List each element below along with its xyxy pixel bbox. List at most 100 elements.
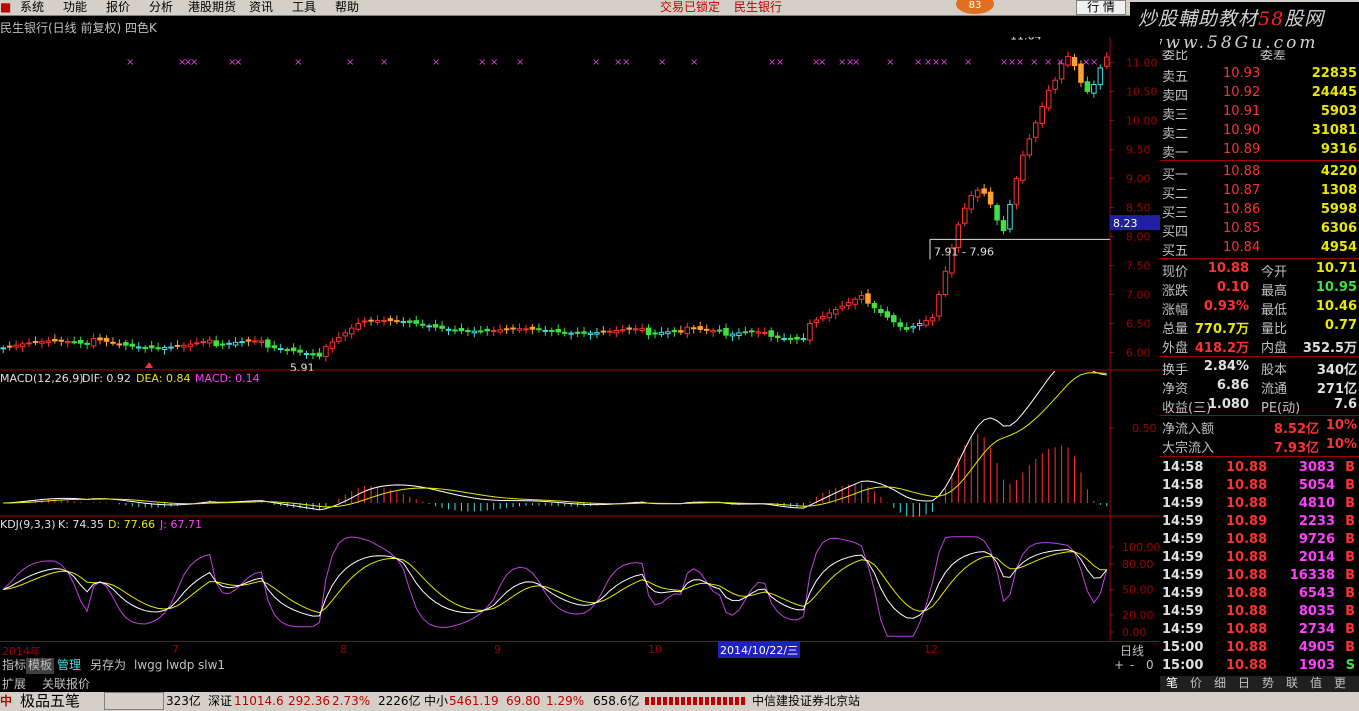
tick-time: 14:59 [1162, 586, 1204, 601]
ime-toolbar-icon[interactable] [104, 692, 164, 710]
kdj-k: K: 74.35 [58, 518, 104, 531]
buy-row[interactable]: 买二 10.87 1308 [1160, 183, 1359, 202]
zoom-in-button[interactable]: + [1112, 658, 1126, 674]
tab-indicator[interactable]: 指标 [0, 658, 28, 674]
tick-row[interactable]: 14:58 10.88 3083 B [1160, 460, 1359, 479]
tick-row[interactable]: 14:59 10.88 16338 B [1160, 568, 1359, 587]
reset-button[interactable]: 0 [1144, 658, 1156, 674]
buy-label: 买二 [1162, 187, 1189, 202]
menu-hk-futures[interactable]: 港股期货 [188, 0, 236, 15]
macd-dea: DEA: 0.84 [136, 372, 191, 385]
zoom-out-button[interactable]: - [1128, 658, 1136, 674]
right-tab[interactable]: 联 [1286, 676, 1298, 691]
sell-row[interactable]: 卖四 10.92 24445 [1160, 85, 1359, 104]
menu-function[interactable]: 功能 [63, 0, 87, 15]
tick-price: 10.88 [1226, 586, 1268, 601]
tab-extend[interactable]: 扩展 [2, 675, 26, 692]
tick-row[interactable]: 14:59 10.88 2734 B [1160, 622, 1359, 641]
right-tab[interactable]: 日 [1238, 676, 1250, 691]
candle [1020, 150, 1026, 185]
stat-row[interactable]: 总量 770.7万 量比 0.77 [1160, 318, 1359, 337]
menu-analysis[interactable]: 分析 [149, 0, 173, 15]
stat2-row[interactable]: 净资 6.86 流通 271亿 [1160, 378, 1359, 397]
separator [1160, 258, 1359, 259]
quote-panel: 委比 委差 卖五 10.93 22835 卖四 10.92 24445 卖三 10.91 590… [1160, 50, 1359, 677]
period-label[interactable]: 日线 [1120, 642, 1144, 659]
tick-row[interactable]: 14:59 10.88 4810 B [1160, 496, 1359, 515]
stat-row[interactable]: 涨幅 0.93% 最低 10.46 [1160, 299, 1359, 318]
separator [1160, 356, 1359, 357]
tick-row[interactable]: 15:00 10.88 4905 B [1160, 640, 1359, 659]
sell-row[interactable]: 卖三 10.91 5903 [1160, 104, 1359, 123]
signal-marker: × [380, 57, 388, 68]
sell-row[interactable]: 卖二 10.90 31081 [1160, 123, 1359, 142]
tick-row[interactable]: 14:59 10.88 6543 B [1160, 586, 1359, 605]
tab-lwdp[interactable]: lwdp [164, 658, 196, 674]
flow-row[interactable]: 大宗流入 7.93亿 10% [1160, 437, 1359, 456]
signal-marker: × [592, 57, 600, 68]
flow-row[interactable]: 净流入额 8.52亿 10% [1160, 418, 1359, 437]
ratio-row: 委比 委差 [1160, 50, 1359, 60]
stat2-label2: PE(动) [1261, 401, 1301, 416]
tab-slw1[interactable]: slw1 [196, 658, 227, 674]
tick-row[interactable]: 14:59 10.89 2233 B [1160, 514, 1359, 533]
right-tabs: 笔价细日势联值更 [1160, 676, 1359, 692]
trade-lock-status[interactable]: 交易已锁定 [660, 0, 720, 15]
right-tab[interactable]: 值 [1310, 676, 1322, 691]
right-tab[interactable]: 价 [1190, 676, 1202, 691]
tick-row[interactable]: 14:58 10.88 5054 B [1160, 478, 1359, 497]
sell-price: 10.90 [1223, 123, 1261, 138]
signal-marker: × [964, 57, 972, 68]
sell-volume: 24445 [1311, 85, 1357, 100]
menu-system[interactable]: 系统 [20, 0, 44, 15]
tick-row[interactable]: 15:00 10.88 1903 S [1160, 658, 1359, 677]
tick-row[interactable]: 14:59 10.88 2014 B [1160, 550, 1359, 569]
right-tab[interactable]: 势 [1262, 676, 1274, 691]
right-tab[interactable]: 笔 [1166, 676, 1178, 691]
tab-related-quote[interactable]: 关联报价 [42, 675, 90, 692]
tick-row[interactable]: 14:59 10.88 9726 B [1160, 532, 1359, 551]
app-icon[interactable]: ■ [0, 0, 11, 15]
price-chart[interactable]: 11.00 10.50 10.00 9.50 9.00 8.50 8.00 7.50 7.00 6… [0, 37, 1160, 371]
tab-manage[interactable]: 管理 [55, 658, 83, 674]
notification-badge[interactable]: 83 [956, 0, 994, 14]
menu-help[interactable]: 帮助 [335, 0, 359, 15]
server-name[interactable]: 中信建投证券北京站 [752, 692, 860, 710]
stat-row[interactable]: 现价 10.88 今开 10.71 [1160, 261, 1359, 280]
hangqing-button[interactable]: 行 情 [1076, 0, 1126, 15]
tab-save-as[interactable]: 另存为 [88, 658, 128, 674]
stat-row[interactable]: 涨跌 0.10 最高 10.95 [1160, 280, 1359, 299]
stat-value2: 10.46 [1315, 299, 1357, 314]
right-tab[interactable]: 更 [1334, 676, 1346, 691]
right-tab[interactable]: 细 [1214, 676, 1226, 691]
tab-template[interactable]: 模板 [26, 658, 55, 674]
price-tick-label: 7.50 [1126, 259, 1151, 272]
buy-row[interactable]: 买三 10.86 5998 [1160, 202, 1359, 221]
sell-row[interactable]: 卖五 10.93 22835 [1160, 66, 1359, 85]
stat2-row[interactable]: 收益(三) 1.080 PE(动) 7.6 [1160, 397, 1359, 416]
menu-tools[interactable]: 工具 [292, 0, 316, 15]
kdj-chart[interactable]: 100.00 80.00 50.00 20.00 0.00 [0, 517, 1160, 641]
tab-lwgg[interactable]: lwgg [132, 658, 164, 674]
sell-price: 10.91 [1223, 104, 1261, 119]
x-label-year: 2014年 [2, 645, 41, 658]
buy-row[interactable]: 买四 10.85 6306 [1160, 221, 1359, 240]
stat2-row[interactable]: 换手 2.84% 股本 340亿 [1160, 359, 1359, 378]
buy-price: 10.84 [1223, 240, 1261, 255]
sell-volume: 9316 [1320, 142, 1357, 157]
sell-row[interactable]: 卖一 10.89 9316 [1160, 142, 1359, 161]
stat-label: 外盘 [1162, 341, 1189, 356]
buy-row[interactable]: 买五 10.84 4954 [1160, 240, 1359, 259]
zx-pct: 1.29% [546, 694, 585, 708]
buy-row[interactable]: 买一 10.88 4220 [1160, 164, 1359, 183]
macd-chart[interactable]: 0.50 [0, 371, 1160, 517]
ime-name[interactable]: 极品五笔 [20, 692, 80, 710]
menu-quote[interactable]: 报价 [106, 0, 130, 15]
tick-row[interactable]: 14:59 10.88 8035 B [1160, 604, 1359, 623]
stat-row[interactable]: 外盘 418.2万 内盘 352.5万 [1160, 337, 1359, 356]
signal-marker: × [776, 57, 784, 68]
buy-price: 10.85 [1223, 221, 1261, 236]
menu-info[interactable]: 资讯 [249, 0, 273, 15]
tick-side: B [1345, 550, 1355, 565]
sell-price: 10.93 [1223, 66, 1261, 81]
